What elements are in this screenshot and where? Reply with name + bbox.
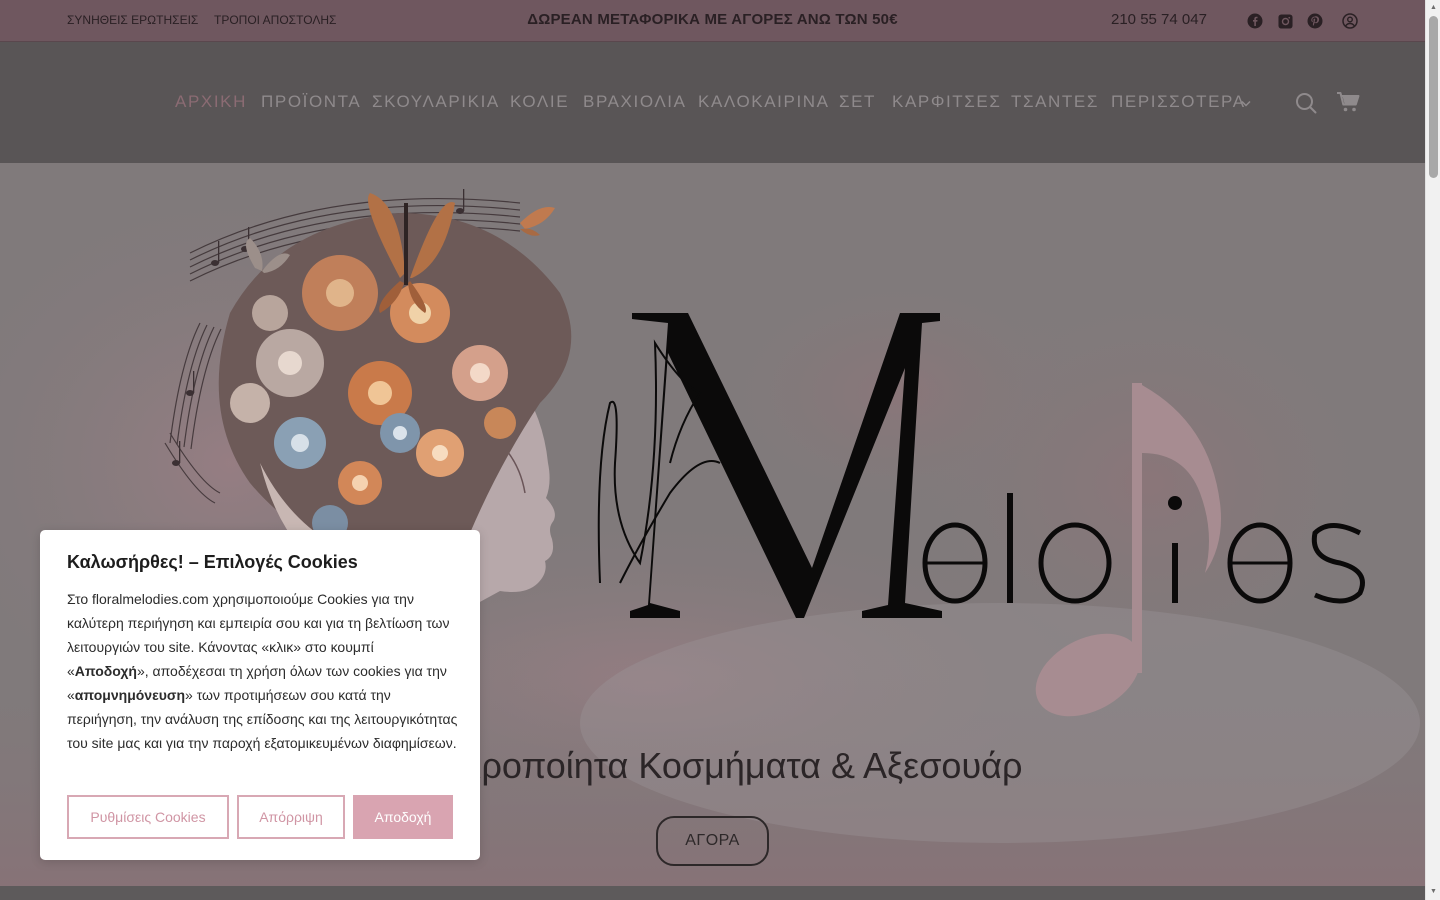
cookie-settings-button[interactable]: Ρυθμίσεις Cookies — [67, 795, 229, 839]
nav-item-bags[interactable]: ΤΣΑΝΤΕΣ — [1011, 92, 1099, 112]
cookie-text-remember-bold: απομνημόνευση — [74, 687, 186, 703]
top-bar: ΣΥΝΗΘΕΙΣ ΕΡΩΤΗΣΕΙΣ ΤΡΟΠΟΙ ΑΠΟΣΤΟΛΗΣ ΔΩΡΕ… — [0, 0, 1425, 42]
account-icon[interactable] — [1341, 12, 1359, 30]
scroll-thumb[interactable] — [1429, 16, 1438, 178]
nav-item-earrings[interactable]: ΣΚΟΥΛΑΡΙΚΙΑ — [372, 92, 500, 112]
pinterest-icon[interactable] — [1306, 12, 1324, 30]
instagram-icon[interactable] — [1276, 12, 1294, 30]
cookie-dialog-title: Καλωσήρθες! – Επιλογές Cookies — [67, 552, 358, 572]
page-scrollbar[interactable]: ▲ ▼ — [1425, 0, 1440, 900]
cookie-reject-button[interactable]: Απόρριψη — [237, 795, 345, 839]
nav-item-summer[interactable]: ΚΑΛΟΚΑΙΡΙΝΑ — [698, 92, 830, 112]
nav-item-more[interactable]: ΠΕΡΙΣΣΟΤΕΡΑ — [1111, 92, 1246, 112]
main-header: ΑΡΧΙΚΗ ΠΡΟΪΟΝΤΑ ΣΚΟΥΛΑΡΙΚΙΑ ΚΟΛΙΕ ΒΡΑΧΙΟ… — [0, 42, 1425, 163]
cookie-dialog-text: Στο floralmelodies.com χρησιμοποιούμε Co… — [67, 587, 459, 755]
phone-number[interactable]: 210 55 74 047 — [1111, 11, 1207, 28]
cookie-consent-dialog: Καλωσήρθες! – Επιλογές Cookies Στο flora… — [40, 530, 480, 860]
nav-item-pins[interactable]: ΚΑΡΦΙΤΣΕΣ — [892, 92, 1001, 112]
cookie-text-accept-bold: Αποδοχή — [74, 663, 137, 679]
scroll-up-arrow-icon[interactable]: ▲ — [1429, 2, 1438, 12]
shop-button[interactable]: ΑΓΟΡΑ — [656, 816, 769, 866]
facebook-icon[interactable] — [1246, 12, 1264, 30]
cart-icon[interactable] — [1335, 90, 1361, 114]
nav-item-home[interactable]: ΑΡΧΙΚΗ — [175, 92, 247, 112]
chevron-down-icon[interactable] — [1240, 98, 1252, 108]
free-shipping-promo: ΔΩΡΕΑΝ ΜΕΤΑΦΟΡΙΚΑ ΜΕ ΑΓΟΡΕΣ ΑΝΩ ΤΩΝ 50€ — [527, 11, 898, 28]
scroll-down-arrow-icon[interactable]: ▼ — [1429, 886, 1438, 896]
search-icon[interactable] — [1294, 91, 1318, 115]
nav-item-necklaces[interactable]: ΚΟΛΙΕ — [510, 92, 569, 112]
nav-item-bracelets[interactable]: ΒΡΑΧΙΟΛΙΑ — [583, 92, 687, 112]
cookie-accept-button[interactable]: Αποδοχή — [353, 795, 453, 839]
bottom-strip — [0, 886, 1425, 900]
nav-item-sets[interactable]: ΣΕΤ — [839, 92, 876, 112]
nav-item-products[interactable]: ΠΡΟΪΟΝΤΑ — [261, 92, 361, 112]
